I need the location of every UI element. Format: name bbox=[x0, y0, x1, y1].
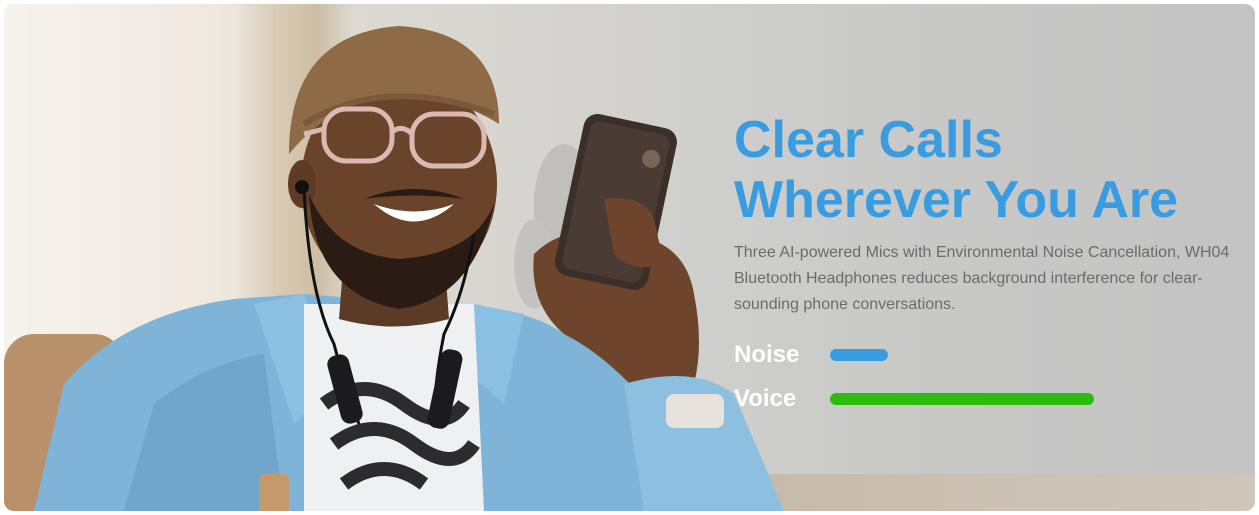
noise-level-row: Noise bbox=[734, 340, 1094, 370]
headline-line-2: Wherever You Are bbox=[734, 171, 1179, 229]
voice-level-row: Voice bbox=[734, 384, 1094, 414]
product-photo bbox=[34, 26, 784, 511]
voice-label: Voice bbox=[734, 385, 797, 412]
bracelet bbox=[259, 474, 289, 511]
copy-block: Clear Calls Wherever You Are Three AI-po… bbox=[734, 110, 1254, 318]
noise-level-bar bbox=[830, 349, 889, 361]
hero-banner: Clear Calls Wherever You Are Three AI-po… bbox=[4, 4, 1255, 511]
headline-line-1: Clear Calls bbox=[734, 111, 1003, 169]
noise-track bbox=[830, 349, 1094, 361]
voice-track bbox=[830, 393, 1094, 405]
noise-label: Noise bbox=[734, 341, 800, 368]
watch bbox=[666, 394, 724, 428]
product-description: Three AI-powered Mics with Environmental… bbox=[734, 244, 1230, 313]
voice-level-bar bbox=[830, 393, 1094, 405]
